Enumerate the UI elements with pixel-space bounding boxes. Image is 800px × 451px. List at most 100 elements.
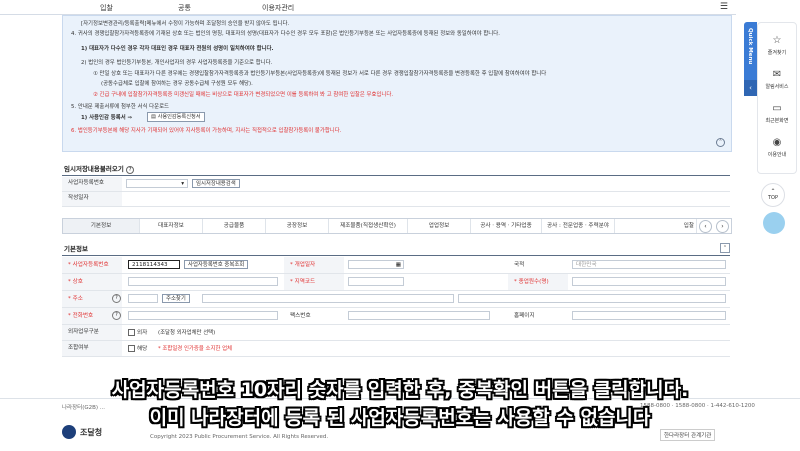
footer-copyright: Copyright 2023 Public Procurement Servic… xyxy=(150,434,329,440)
fax-label: 팩스번호 xyxy=(284,308,344,324)
tab-bid[interactable]: 입찰 xyxy=(615,219,697,233)
chatbot-icon[interactable] xyxy=(763,212,785,234)
guide-label: 이용안내 xyxy=(767,152,787,158)
temp-date-label: 작성일자 xyxy=(62,192,122,206)
notice-line: [자기정보변경관리/등록출력]메뉴에서 수정이 가능하며 조달청의 승인을 받지… xyxy=(81,21,290,27)
row-union: 조합여부 해당 * 조합일경 인가증을 소지한 업체 xyxy=(62,341,730,357)
right-quick-bar: ☆ 즐겨찾기 ✉ 알림서비스 ▭ 최근본화면 ◉ 이용안내 xyxy=(757,22,797,174)
union-checkbox[interactable]: 해당 xyxy=(128,344,147,352)
top-label: TOP xyxy=(767,195,778,201)
foreign-checkbox[interactable]: 외자 xyxy=(128,328,147,336)
notice-line: 4. 귀사의 경쟁입찰참가자격등록증에 기재된 상호 또는 법인의 명칭, 대표… xyxy=(71,31,500,37)
address-label-text: * 주소 xyxy=(68,296,83,302)
chevron-right-icon[interactable]: › xyxy=(716,220,729,233)
tab-manufacturing-items[interactable]: 제조물품(직접생산확인) xyxy=(329,219,408,233)
region-label: * 지역코드 xyxy=(284,274,344,290)
favorites-item[interactable]: ☆ 즐겨찾기 xyxy=(758,35,796,56)
country-select[interactable]: 대한민국 xyxy=(572,260,726,269)
user-icon: ◉ xyxy=(772,137,782,148)
footer-related-sites[interactable]: 한다라장터 관계기관 xyxy=(660,429,716,441)
homepage-label: 홈페이지 xyxy=(508,308,568,324)
collapse-icon[interactable]: ⌃ xyxy=(716,138,725,147)
checkbox-icon[interactable] xyxy=(128,345,135,352)
phone-label-text: * 전화번호 xyxy=(68,313,94,319)
country-label: 국적 xyxy=(508,257,568,273)
notice-line: ② 긴급 구내에 입찰참가자격등록증 미갱신일 때에는 비상으로 대표자가 변경… xyxy=(93,92,394,98)
basic-section-title: 기본정보 xyxy=(64,245,88,253)
tab-representative-info[interactable]: 대표자정보 xyxy=(140,219,203,233)
foreign-label: 외자업무구분 xyxy=(62,325,122,340)
temp-row-bizno: 사업자등록번호 ▾ 임시저장내용검색 xyxy=(62,177,730,192)
chevron-left-icon[interactable]: ‹ xyxy=(699,220,712,233)
help-icon[interactable]: ? xyxy=(126,166,135,174)
download-seal-form-button[interactable]: ▤ 사용인감등록신청서 xyxy=(147,112,205,122)
name-label-text: * 상호 xyxy=(68,279,83,285)
region-label-text: * 지역코드 xyxy=(290,279,316,285)
notification-label: 알림서비스 xyxy=(765,84,789,90)
calendar-icon[interactable]: ▦ xyxy=(396,261,401,270)
open-date-input[interactable]: ▦ xyxy=(348,260,404,269)
chevron-left-icon[interactable]: ‹ xyxy=(744,80,757,96)
foreign-note: (조달청 외자업체만 선택) xyxy=(158,330,216,336)
bizno-duplicate-check-button[interactable]: 사업자등록번호 중복조회 xyxy=(184,260,249,269)
mail-icon: ✉ xyxy=(772,69,782,80)
registration-tabs: 기본정보 대표자정보 공급물품 공장정보 제조물품(직접생산확인) 업업정보 공… xyxy=(62,218,732,234)
bizno-label-text: * 사업자등록번호 xyxy=(68,262,109,268)
quick-menu-label: Quick Menu xyxy=(747,28,753,65)
union-label: 조합여부 xyxy=(62,341,122,356)
row-phone: * 전화번호 ? 팩스번호 홈페이지 xyxy=(62,308,730,325)
tab-supply-items[interactable]: 공급물품 xyxy=(203,219,266,233)
tab-business-info[interactable]: 업업정보 xyxy=(408,219,471,233)
homepage-input[interactable] xyxy=(572,311,726,320)
help-icon[interactable]: ? xyxy=(112,311,121,320)
chevron-down-icon: ▾ xyxy=(181,181,184,187)
notice-line: ① 만일 상호 또는 대표자가 다른 경우에는 경쟁입찰참가자격등록증과 법인등… xyxy=(93,71,547,77)
nav-item-common[interactable]: 공통 xyxy=(178,3,191,13)
recent-screens-item[interactable]: ▭ 최근본화면 xyxy=(758,103,796,124)
top-navigation: 입찰 공통 이용자관리 ☰ xyxy=(0,0,736,15)
star-icon: ☆ xyxy=(772,35,782,46)
address-search-button[interactable]: 주소찾기 xyxy=(162,294,190,303)
foreign-checkbox-label: 외자 xyxy=(137,330,148,336)
nav-item-bid[interactable]: 입찰 xyxy=(100,3,113,13)
notice-line: (공동수급체로 입찰에 참여하는 경우 공동수급체 구성원 모두 해당). xyxy=(101,81,253,87)
temp-section-title-text: 임시저장내용불러오기 xyxy=(64,165,124,173)
notice-line: 6. 법인등기부등본에 해당 지사가 기재되어 있어야 지사등록이 가능하며, … xyxy=(71,128,342,134)
tab-specialty[interactable]: 공사 : 전문업종ㆍ주력분야 xyxy=(542,219,615,233)
tab-factory-info[interactable]: 공장정보 xyxy=(266,219,329,233)
temp-row-date: 작성일자 xyxy=(62,192,730,207)
tab-basic-info[interactable]: 기본정보 xyxy=(63,219,140,233)
row-foreign: 외자업무구분 외자 (조달청 외자업체만 선택) xyxy=(62,325,730,341)
tab-construction-service[interactable]: 공사ㆍ용역ㆍ기타업종 xyxy=(471,219,542,233)
notification-item[interactable]: ✉ 알림서비스 xyxy=(758,69,796,90)
bizno-input[interactable]: 2118114343 xyxy=(128,260,180,269)
checkbox-icon[interactable] xyxy=(128,329,135,336)
fax-input[interactable] xyxy=(348,311,490,320)
subtitle-line-2: 이미 나라장터에 등록 된 사업자등록번호는 사용할 수 없습니다 xyxy=(149,407,651,429)
region-code-input[interactable] xyxy=(348,277,404,286)
open-date-label: * 개업일자 xyxy=(284,257,344,273)
postal-code-input[interactable] xyxy=(128,294,158,303)
phone-input[interactable] xyxy=(128,311,278,320)
employees-input[interactable] xyxy=(572,277,726,286)
employees-label-text: * 종업원수(명) xyxy=(514,279,549,285)
collapse-icon[interactable]: ⌃ xyxy=(720,243,730,253)
notice-panel: [자기정보변경관리/등록출력]메뉴에서 수정이 가능하며 조달청의 승인을 받지… xyxy=(62,15,732,152)
employees-label: * 종업원수(명) xyxy=(508,274,568,290)
company-name-input[interactable] xyxy=(128,277,278,286)
scroll-top-button[interactable]: ⌃ TOP xyxy=(761,183,785,207)
temp-bizno-select[interactable]: ▾ xyxy=(126,179,188,188)
notice-line: 2) 법인의 경우 법인등기부등본, 개인사업자의 경우 사업자등록증을 기준으… xyxy=(81,60,273,66)
window-icon: ▭ xyxy=(772,103,782,114)
guide-item[interactable]: ◉ 이용안내 xyxy=(758,137,796,158)
section-divider xyxy=(62,175,730,176)
hamburger-menu-icon[interactable]: ☰ xyxy=(720,2,728,12)
name-label: * 상호 xyxy=(62,274,122,290)
row-bizno: * 사업자등록번호 2118114343 사업자등록번호 중복조회 * 개업일자… xyxy=(62,257,730,274)
temp-load-button[interactable]: 임시저장내용검색 xyxy=(192,179,240,188)
download-seal-form-label: 사용인감등록신청서 xyxy=(157,114,201,120)
nav-item-user-management[interactable]: 이용자관리 xyxy=(262,3,294,13)
help-icon[interactable]: ? xyxy=(112,294,121,303)
address-line1-input[interactable] xyxy=(202,294,454,303)
address-line2-input[interactable] xyxy=(458,294,726,303)
